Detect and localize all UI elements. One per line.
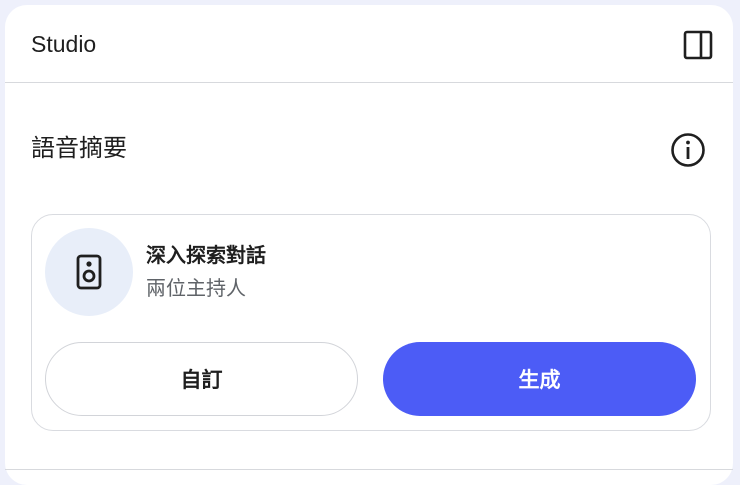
audio-overview-card: 深入探索對話 兩位主持人 自訂 生成 <box>31 214 711 431</box>
studio-header: Studio <box>5 5 733 83</box>
card-subtitle: 兩位主持人 <box>146 278 246 300</box>
panel-title: Studio <box>31 31 97 57</box>
card-title: 深入探索對話 <box>146 245 266 267</box>
speaker-icon-badge <box>45 228 133 316</box>
generate-button[interactable]: 生成 <box>383 342 696 416</box>
side-panel-icon[interactable] <box>682 29 714 61</box>
studio-panel: Studio 語音摘要 深入探索對話 兩位主持人 自訂 生成 <box>5 5 733 485</box>
section-title: 語音摘要 <box>31 135 127 162</box>
customize-button[interactable]: 自訂 <box>45 342 358 416</box>
speaker-icon <box>76 254 102 290</box>
info-icon[interactable] <box>669 131 707 169</box>
divider <box>5 469 733 470</box>
